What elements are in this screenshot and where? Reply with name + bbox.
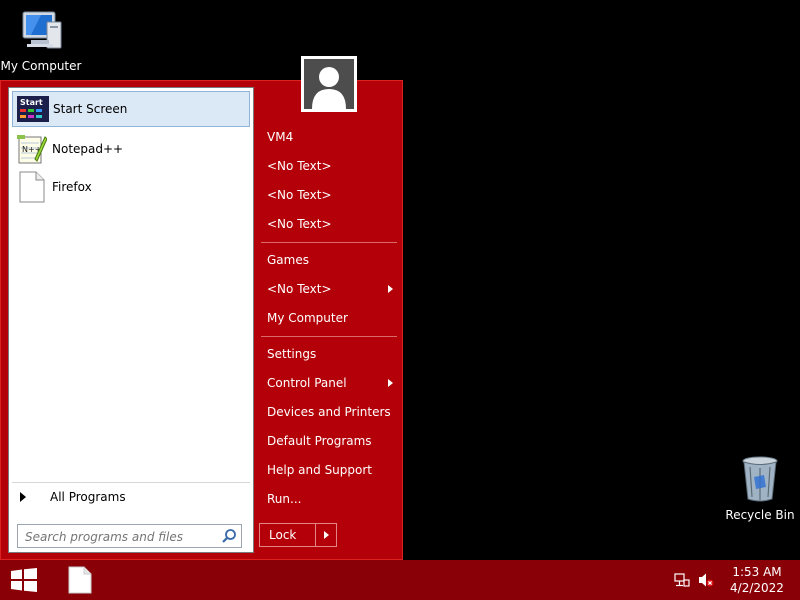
menu-item-games[interactable]: Games [259,247,399,273]
lock-options-arrow[interactable] [316,531,336,539]
program-item-label: Start Screen [53,102,128,116]
menu-item-label: <No Text> [267,217,332,231]
search-icon[interactable] [221,528,237,544]
start-menu: Start Start Screen N++ Notepad++ Firefox… [0,56,403,560]
windows-logo-icon[interactable] [10,568,38,592]
menu-item-label: Control Panel [267,376,347,390]
submenu-arrow-icon [388,285,393,293]
program-item-notepad-plus-plus[interactable]: N++ Notepad++ [12,131,250,167]
lock-button-label: Lock [260,524,316,546]
system-clock[interactable]: 1:53 AM 4/2/2022 [722,564,792,596]
desktop-icon-recycle-bin[interactable]: Recycle Bin [722,455,798,522]
clock-date: 4/2/2022 [730,581,784,595]
desktop-icon-my-computer[interactable]: My Computer [0,8,82,73]
notepad-plus-plus-icon: N++ [16,133,48,165]
all-programs-button[interactable]: All Programs [12,482,250,511]
desktop-icon-label: Recycle Bin [725,508,795,522]
menu-item-help-and-support[interactable]: Help and Support [259,457,399,483]
menu-item-control-panel[interactable]: Control Panel [259,370,399,396]
lock-button[interactable]: Lock [259,523,337,547]
menu-item-my-computer[interactable]: My Computer [259,305,399,331]
program-item-label: Firefox [52,180,92,194]
start-screen-icon: Start [17,93,49,125]
menu-item-no-text-2[interactable]: <No Text> [259,182,399,208]
menu-item-devices-and-printers[interactable]: Devices and Printers [259,399,399,425]
taskbar: 1:53 AM 4/2/2022 [0,560,800,600]
search-box[interactable] [17,524,242,548]
volume-muted-icon[interactable] [698,572,714,588]
start-menu-programs-pane: Start Start Screen N++ Notepad++ Firefox… [8,87,254,553]
user-silhouette-icon [312,67,346,109]
menu-item-label: Run... [267,492,302,506]
menu-item-label: <No Text> [267,282,332,296]
triangle-right-icon [20,492,26,502]
menu-item-run[interactable]: Run... [259,486,399,512]
menu-item-user-folder[interactable]: VM4 [259,124,399,150]
menu-item-label: VM4 [267,130,294,144]
computer-icon [22,11,62,49]
taskbar-document-icon[interactable] [68,566,92,594]
network-icon[interactable] [674,572,690,588]
menu-separator [261,336,397,337]
blank-document-icon [16,171,48,203]
all-programs-label: All Programs [50,490,126,504]
menu-item-default-programs[interactable]: Default Programs [259,428,399,454]
clock-time: 1:53 AM [732,565,782,579]
start-screen-icon-text: Start [20,98,43,107]
menu-item-label: Settings [267,347,317,361]
menu-item-settings[interactable]: Settings [259,341,399,367]
menu-item-label: Default Programs [267,434,372,448]
user-avatar[interactable] [301,56,357,112]
menu-item-no-text-submenu[interactable]: <No Text> [259,276,399,302]
menu-separator [261,242,397,243]
recycle-bin-icon [742,456,778,502]
program-item-firefox[interactable]: Firefox [12,169,250,205]
chevron-right-icon [323,531,329,539]
menu-item-label: Devices and Printers [267,405,391,419]
search-input[interactable] [23,526,223,548]
menu-item-label: <No Text> [267,159,332,173]
menu-item-label: My Computer [267,311,348,325]
desktop-icon-label: My Computer [0,59,82,73]
menu-item-no-text-3[interactable]: <No Text> [259,211,399,237]
menu-item-label: <No Text> [267,188,332,202]
menu-item-label: Games [267,253,309,267]
program-item-label: Notepad++ [52,142,124,156]
program-item-start-screen[interactable]: Start Start Screen [12,91,250,127]
submenu-arrow-icon [388,379,393,387]
menu-item-label: Help and Support [267,463,372,477]
menu-item-no-text-1[interactable]: <No Text> [259,153,399,179]
